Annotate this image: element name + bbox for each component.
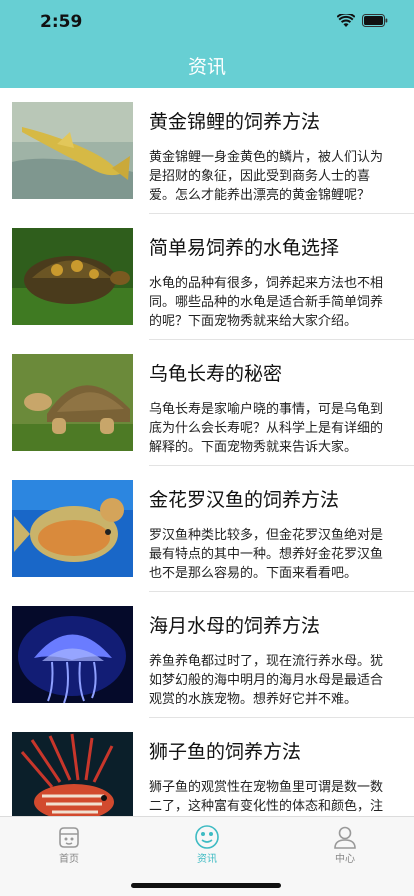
article-title[interactable]: 黄金锦鲤的饲养方法 <box>149 107 320 134</box>
tab-label: 中心 <box>335 854 355 865</box>
status-time: 2:59 <box>40 12 83 32</box>
list-item[interactable]: 海月水母的饲养方法 养鱼养龟都过时了，现在流行养水母。犹如梦幻般的海中明月的海月… <box>0 592 414 718</box>
wifi-icon <box>337 14 355 27</box>
article-title[interactable]: 金花罗汉鱼的饲养方法 <box>149 485 339 512</box>
article-thumbnail-jellyfish <box>12 606 133 703</box>
tab-news[interactable]: 资讯 <box>138 817 276 873</box>
list-item[interactable]: 狮子鱼的饲养方法 狮子鱼的观赏性在宠物鱼里可谓是数一数二了，这种富有变化性的体态… <box>0 718 414 816</box>
article-thumbnail-flowerhorn <box>12 480 133 577</box>
home-icon <box>59 827 79 848</box>
article-title[interactable]: 乌龟长寿的秘密 <box>149 359 282 386</box>
article-summary: 乌龟长寿是家喻户晓的事情，可是乌龟到底为什么会长寿呢？从科学上是有详细的解释的。… <box>149 402 384 455</box>
home-indicator[interactable] <box>131 883 281 888</box>
article-summary: 罗汉鱼种类比较多，但金花罗汉鱼绝对是最有特点的其中一种。想养好金花罗汉鱼也不是那… <box>149 528 384 581</box>
status-bar: 2:59 <box>0 0 414 44</box>
tab-label: 资讯 <box>197 854 217 865</box>
article-thumbnail-lionfish <box>12 732 133 816</box>
user-icon <box>334 826 356 849</box>
tab-profile[interactable]: 中心 <box>276 817 414 873</box>
list-item[interactable]: 简单易饲养的水龟选择 水龟的品种有很多，饲养起来方法也不相同。哪些品种的水龟是适… <box>0 214 414 340</box>
battery-icon <box>362 14 388 27</box>
article-title[interactable]: 简单易饲养的水龟选择 <box>149 233 339 260</box>
article-thumbnail-koi <box>12 102 133 199</box>
article-summary: 黄金锦鲤一身金黄色的鳞片，被人们认为是招财的象征，因此受到商务人士的喜爱。怎么才… <box>149 150 384 203</box>
list-item[interactable]: 乌龟长寿的秘密 乌龟长寿是家喻户晓的事情，可是乌龟到底为什么会长寿呢？从科学上是… <box>0 340 414 466</box>
news-icon <box>195 825 219 849</box>
article-title[interactable]: 海月水母的饲养方法 <box>149 611 320 638</box>
article-summary: 养鱼养龟都过时了，现在流行养水母。犹如梦幻般的海中明月的海月水母是最适合观赏的水… <box>149 654 384 707</box>
article-summary: 水龟的品种有很多，饲养起来方法也不相同。哪些品种的水龟是适合新手简单饲养的呢？下… <box>149 276 384 329</box>
article-thumbnail-tortoise <box>12 354 133 451</box>
article-thumbnail-turtle <box>12 228 133 325</box>
list-item[interactable]: 金花罗汉鱼的饲养方法 罗汉鱼种类比较多，但金花罗汉鱼绝对是最有特点的其中一种。想… <box>0 466 414 592</box>
page-title: 资讯 <box>187 56 226 78</box>
article-summary: 狮子鱼的观赏性在宠物鱼里可谓是数一数二了，这种富有变化性的体态和颜色，注定了狮子… <box>149 780 384 814</box>
header-bar: 2:59 资讯 <box>0 0 414 88</box>
article-list[interactable]: 黄金锦鲤的饲养方法 黄金锦鲤一身金黄色的鳞片，被人们认为是招财的象征，因此受到商… <box>0 88 414 816</box>
article-title[interactable]: 狮子鱼的饲养方法 <box>149 737 301 764</box>
list-item[interactable]: 黄金锦鲤的饲养方法 黄金锦鲤一身金黄色的鳞片，被人们认为是招财的象征，因此受到商… <box>0 88 414 214</box>
tab-label: 首页 <box>59 854 79 865</box>
tab-home[interactable]: 首页 <box>0 817 138 873</box>
